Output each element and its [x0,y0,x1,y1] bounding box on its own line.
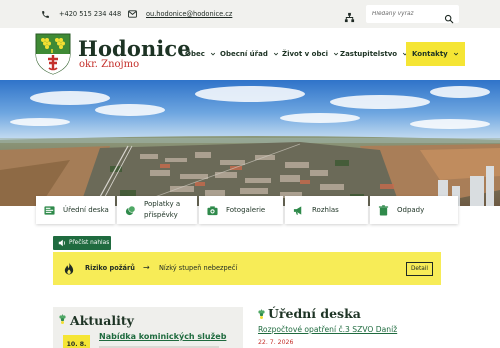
search-input[interactable] [372,11,438,17]
flame-icon [64,262,74,275]
nav-label: Život v obci [282,50,328,58]
bin-icon [378,204,389,216]
mail-icon [127,9,137,19]
quick-link-uredni-deska[interactable]: Úřední deska [36,196,115,224]
site-subtitle: okr. Znojmo [79,59,140,70]
fire-risk-panel: Riziko požárů → Nízký stupeň nebezpečí D… [53,252,441,285]
news-heading: Aktuality [70,313,134,328]
chevron-down-icon [333,52,339,56]
email-address: ou.hodonice@hodonice.cz [146,10,233,18]
board-icon [44,205,55,215]
news-item-title[interactable]: Nabídka kominických služeb [99,332,226,341]
nav-item-obec[interactable]: Obec [185,42,216,66]
quick-link-label: Rozhlas [312,205,339,214]
chevron-down-icon [210,52,215,56]
search-box [366,5,459,24]
nav-item-kontakty[interactable]: Kontakty [406,42,465,66]
coat-of-arms-logo[interactable] [35,33,71,75]
quick-link-fotogalerie[interactable]: Fotogalerie [199,196,283,224]
site-header: Hodonice okr. Znojmo Obec Obecní úřad Ži… [0,28,500,80]
speaker-icon [58,239,65,247]
site-title[interactable]: Hodonice [78,36,191,61]
quick-link-poplatky[interactable]: Poplatky a příspěvky [117,196,197,224]
read-aloud-label: Přečíst nahlas [69,240,110,246]
nav-item-zivot-v-obci[interactable]: Život v obci [282,42,339,66]
quick-link-label: Poplatky a příspěvky [144,200,181,219]
quick-link-odpady[interactable]: Odpady [370,196,458,224]
email-link[interactable]: ou.hodonice@hodonice.cz [127,0,232,28]
nav-item-obecni-urad[interactable]: Obecní úřad [220,42,279,66]
fire-risk-level: Nízký stupeň nebezpečí [159,264,238,272]
grape-leaf-icon [59,314,66,324]
aerial-photo-banner [0,80,500,206]
chevron-down-icon [273,52,278,56]
quick-link-label: Úřední deska [63,205,109,214]
board-heading: Úřední deska [268,306,361,321]
chevron-down-icon [453,52,458,56]
arrow-right-icon: → [143,263,150,272]
coins-icon [125,205,136,215]
nav-label: Obec [185,50,205,58]
read-aloud-button[interactable]: Přečíst nahlas [53,236,111,250]
board-item-title[interactable]: Rozpočtové opatření č.3 SZVO Daníž [258,325,397,334]
quick-link-label: Fotogalerie [226,205,266,214]
fire-detail-button[interactable]: Detail [406,262,433,276]
camera-icon [207,205,218,215]
grape-leaf-icon [258,309,265,319]
phone-icon [40,9,50,19]
nav-label: Kontakty [412,50,448,58]
news-section: Aktuality 10. 8. Nabídka kominických slu… [53,307,243,348]
quick-link-label: Odpady [397,205,425,214]
fire-risk-title: Riziko požárů [85,264,135,272]
search-icon[interactable] [444,9,454,24]
board-item-date: 22. 7. 2026 [258,339,294,346]
news-date-badge: 10. 8. [63,335,90,348]
quick-link-rozhlas[interactable]: Rozhlas [285,196,368,224]
nav-label: Obecní úřad [220,50,268,58]
top-utility-bar: +420 515 234 448 ou.hodonice@hodonice.cz [0,0,500,28]
phone-link[interactable]: +420 515 234 448 [40,0,121,28]
phone-number: +420 515 234 448 [59,10,122,18]
sitemap-icon[interactable] [344,8,356,23]
nav-label: Zastupitelstvo [340,50,398,58]
megaphone-icon [293,205,302,215]
nav-item-zastupitelstvo[interactable]: Zastupitelstvo [340,42,408,66]
